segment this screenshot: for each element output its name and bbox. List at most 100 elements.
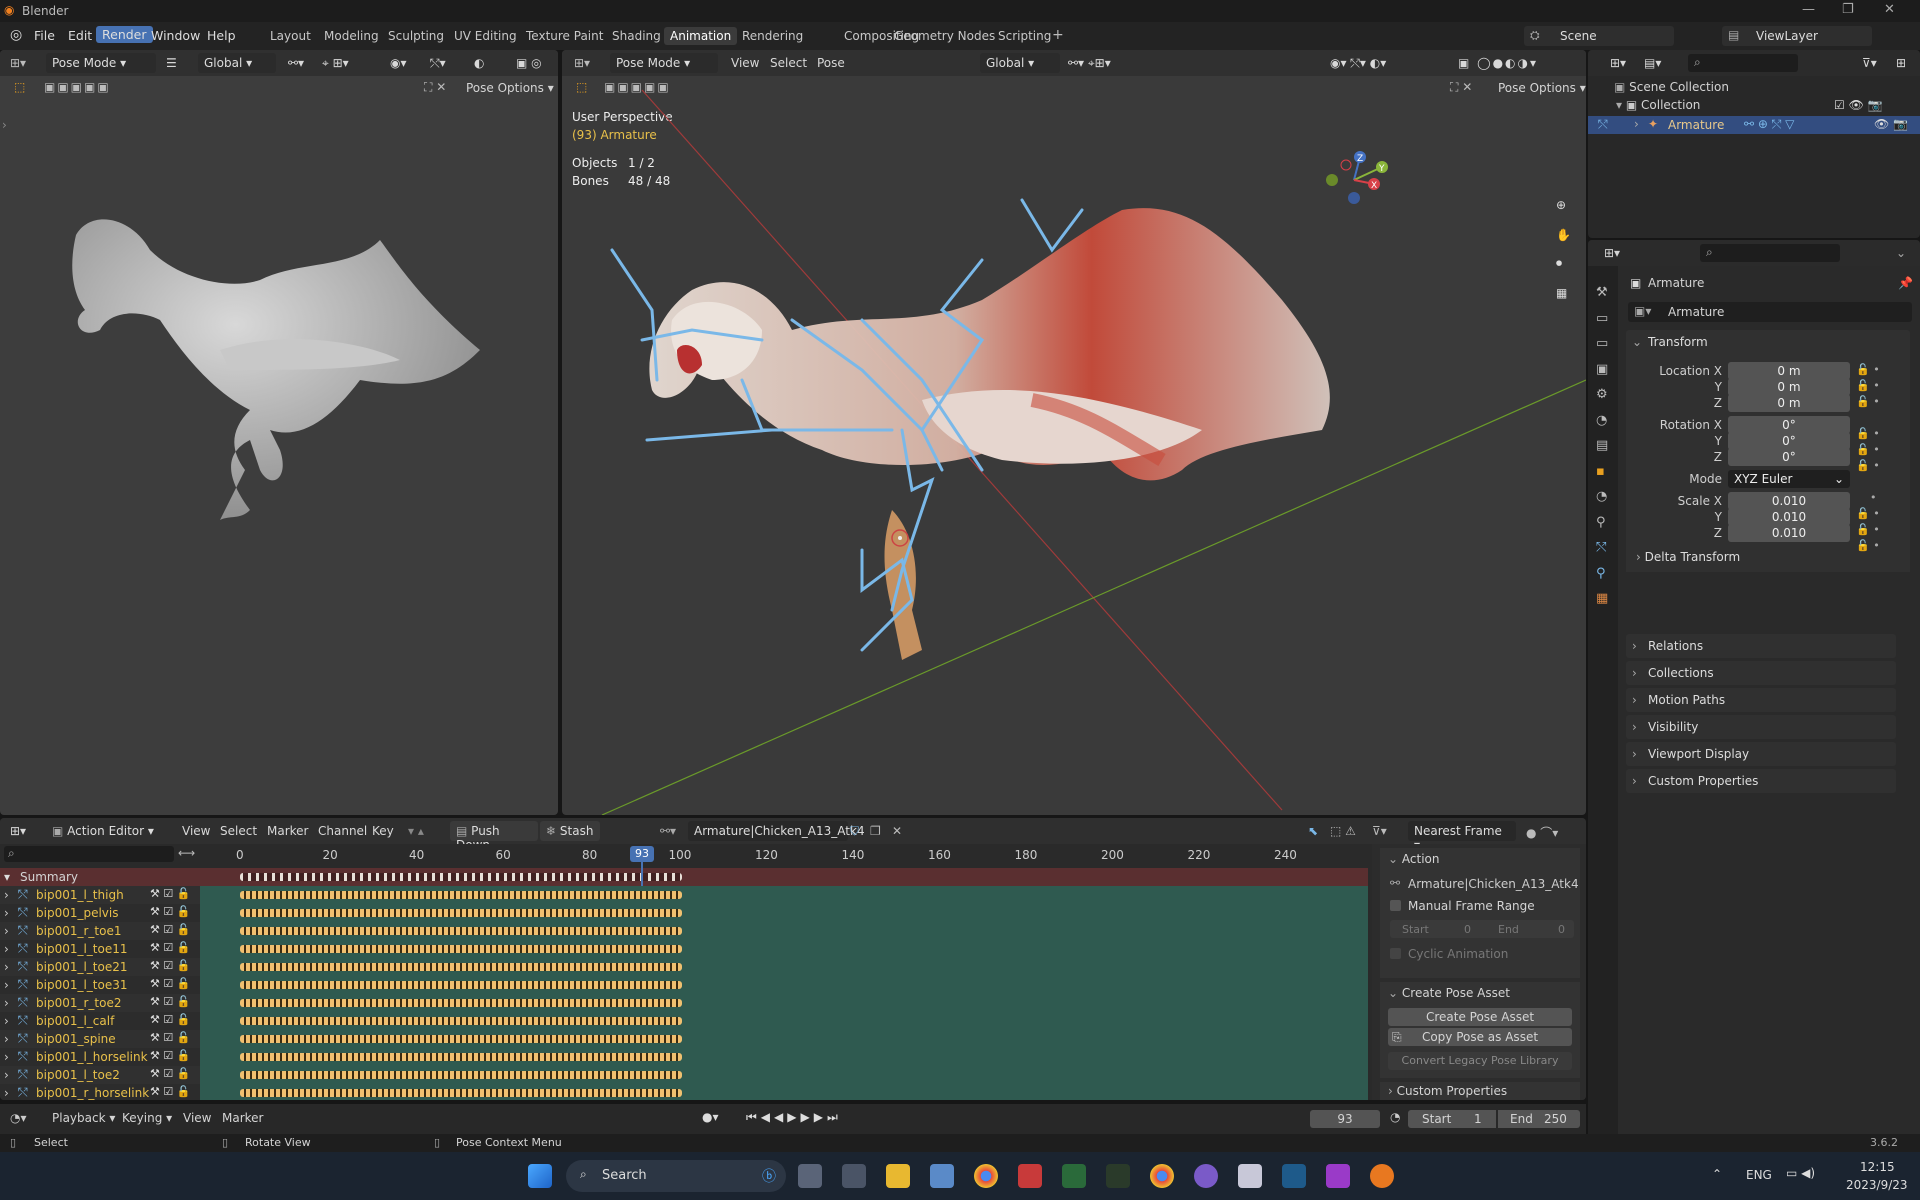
show-hidden-icon[interactable]: ⬚ ⚠ (1330, 824, 1356, 838)
keyframes[interactable] (240, 1053, 682, 1061)
panel-custom-properties[interactable]: › Custom Properties (1626, 769, 1896, 793)
channel-track[interactable] (200, 958, 1368, 976)
action-menu-select[interactable]: Select (220, 824, 257, 838)
channel-search-input[interactable]: ⌕ (4, 846, 174, 862)
menu-render[interactable]: Render (96, 26, 153, 43)
pan-hand-icon[interactable]: ✋ (1556, 228, 1571, 242)
action-mode-dropdown[interactable]: ▣ Action Editor ▾ (46, 821, 168, 841)
snapping-dropdown[interactable]: Nearest Frame ▾ (1408, 821, 1516, 852)
keyframes[interactable] (240, 1071, 682, 1079)
collection-row[interactable]: ▾ ▣ Collection ☑ 👁 📷 (1616, 98, 1916, 112)
timeline-marker-menu[interactable]: Marker (222, 1111, 263, 1125)
channel-track[interactable] (200, 1048, 1368, 1066)
transform-panel-header[interactable]: ⌄ Transform (1626, 330, 1910, 354)
channel-controls-icons[interactable]: ⚒ ☑ 🔓 (150, 1031, 190, 1044)
channel-expand-icon[interactable]: › (4, 942, 9, 956)
task-view-icon[interactable] (798, 1164, 822, 1188)
zoom-icon[interactable]: ⊕ (1556, 198, 1566, 212)
workspace-tab-uv-editing[interactable]: UV Editing (448, 27, 523, 45)
keyframes[interactable] (240, 891, 682, 899)
pose-asset-panel-header[interactable]: ⌄ Create Pose Asset (1380, 982, 1580, 1004)
workspace-tab-texture-paint[interactable]: Texture Paint (520, 27, 609, 45)
stash-button[interactable]: ❄ Stash (540, 821, 600, 841)
scene-selector[interactable]: ⛭ Scene (1524, 26, 1674, 46)
tray-chevron-icon[interactable]: ⌃ (1712, 1167, 1722, 1181)
collection-visibility-icons[interactable]: ☑ 👁 📷 (1834, 98, 1883, 112)
workspace-tab-layout[interactable]: Layout (264, 27, 317, 45)
fake-user-shield-icon[interactable]: ⛉ (850, 824, 859, 839)
chrome-icon[interactable] (974, 1164, 998, 1188)
channel-expand-icon[interactable]: › (4, 1086, 9, 1100)
create-pose-asset-button[interactable]: Create Pose Asset (1388, 1008, 1572, 1026)
channel-controls-icons[interactable]: ⚒ ☑ 🔓 (150, 977, 190, 990)
push-down-button[interactable]: ▤ Push Down (450, 821, 538, 852)
channel-row[interactable]: › ⤲ bip001_l_toe31 ⚒ ☑ 🔓 (0, 976, 200, 994)
gizmo-neg-x-dot[interactable] (1340, 159, 1352, 171)
blender-taskbar-icon[interactable] (1370, 1164, 1394, 1188)
scale-z-field[interactable]: 0.010 (1728, 524, 1850, 542)
network-volume-icons[interactable]: ▭ ◀) (1786, 1166, 1815, 1180)
minimize-icon[interactable]: — (1802, 2, 1815, 17)
object-name-field[interactable]: ▣▾ Armature (1628, 302, 1912, 322)
pin-icon[interactable]: 📌 (1898, 276, 1913, 290)
properties-search-input[interactable]: ⌕ (1700, 244, 1840, 262)
copy-pose-asset-button[interactable]: ⎘ Copy Pose as Asset (1388, 1028, 1572, 1046)
action-name-field[interactable]: Armature|Chicken_A13_Atk4 (688, 821, 865, 841)
channel-track[interactable] (200, 1066, 1368, 1084)
workspace-tab-rendering[interactable]: Rendering (736, 27, 809, 45)
channel-expand-icon[interactable]: › (4, 888, 9, 902)
gizmo-neg-z-dot[interactable] (1348, 192, 1360, 204)
custom-props-panel-header[interactable]: › Custom Properties (1380, 1082, 1580, 1100)
channel-controls-icons[interactable]: ⚒ ☑ 🔓 (150, 887, 190, 900)
channel-row[interactable]: › ⤲ bip001_spine ⚒ ☑ 🔓 (0, 1030, 200, 1048)
menu-edit[interactable]: Edit (68, 28, 92, 43)
channel-controls-icons[interactable]: ⚒ ☑ 🔓 (150, 959, 190, 972)
collection-expand-icon[interactable]: ▾ (1616, 98, 1622, 112)
app-active-icon[interactable] (1238, 1164, 1262, 1188)
action-browse-icon[interactable]: ⚯▾ (660, 824, 676, 838)
current-frame-marker[interactable]: 93 (630, 846, 654, 862)
proportional-icons[interactable]: ● ⌒▾ (1526, 824, 1558, 841)
menu-file[interactable]: File (34, 28, 55, 43)
rotation-z-field[interactable]: 0° (1728, 448, 1850, 466)
outliner-filter-icon[interactable]: ⊽▾ (1862, 56, 1877, 70)
summary-keyframes[interactable] (240, 873, 682, 881)
view-layer-selector[interactable]: ▤ ViewLayer (1722, 26, 1872, 46)
channel-row[interactable]: › ⤲ bip001_l_toe21 ⚒ ☑ 🔓 (0, 958, 200, 976)
keyframes[interactable] (240, 909, 682, 917)
delta-transform-row[interactable]: › Delta Transform (1636, 550, 1740, 564)
app-m-icon[interactable] (1018, 1164, 1042, 1188)
channel-row[interactable]: › ⤲ bip001_l_toe11 ⚒ ☑ 🔓 (0, 940, 200, 958)
channel-track[interactable] (200, 904, 1368, 922)
channel-track[interactable] (200, 886, 1368, 904)
timeline-view-menu[interactable]: View (183, 1111, 211, 1125)
main-3d-viewport[interactable]: ⊞▾ Pose Mode ▾ View Select Pose Global ▾… (562, 50, 1586, 815)
layer-up-down-icons[interactable]: ▾ ▴ (408, 824, 424, 838)
rotation-mode-dropdown[interactable]: XYZ Euler ⌄ (1728, 470, 1850, 488)
summary-row[interactable]: ▾ Summary (0, 868, 1368, 886)
workspace-tab-geometry-nodes[interactable]: Geometry Nodes (888, 27, 1001, 45)
channel-track[interactable] (200, 1084, 1368, 1100)
workspace-tab-shading[interactable]: Shading (606, 27, 667, 45)
channel-row[interactable]: › ⤲ bip001_r_horselink ⚒ ☑ 🔓 (0, 1084, 200, 1100)
outliner-new-collection-icon[interactable]: ⊞ (1896, 56, 1906, 70)
channel-row[interactable]: › ⤲ bip001_r_toe1 ⚒ ☑ 🔓 (0, 922, 200, 940)
channel-controls-icons[interactable]: ⚒ ☑ 🔓 (150, 1049, 190, 1062)
frame-range-fields[interactable]: Start 0 End 0 (1390, 920, 1574, 938)
keyframes[interactable] (240, 1017, 682, 1025)
panel-collections[interactable]: › Collections (1626, 661, 1896, 685)
photos-icon[interactable] (930, 1164, 954, 1188)
summary-expand-icon[interactable]: ▾ (4, 870, 10, 884)
panel-viewport-display[interactable]: › Viewport Display (1626, 742, 1896, 766)
channel-expand-icon[interactable]: › (4, 1050, 9, 1064)
channel-controls-icons[interactable]: ⚒ ☑ 🔓 (150, 905, 190, 918)
action-menu-view[interactable]: View (182, 824, 210, 838)
keyframes[interactable] (240, 999, 682, 1007)
action-menu-marker[interactable]: Marker (267, 824, 308, 838)
channel-expand-icon[interactable]: › (4, 1014, 9, 1028)
channel-controls-icons[interactable]: ⚒ ☑ 🔓 (150, 1013, 190, 1026)
channel-row[interactable]: › ⤲ bip001_l_calf ⚒ ☑ 🔓 (0, 1012, 200, 1030)
channel-track[interactable] (200, 1030, 1368, 1048)
channel-track[interactable] (200, 940, 1368, 958)
menu-help[interactable]: Help (207, 28, 236, 43)
